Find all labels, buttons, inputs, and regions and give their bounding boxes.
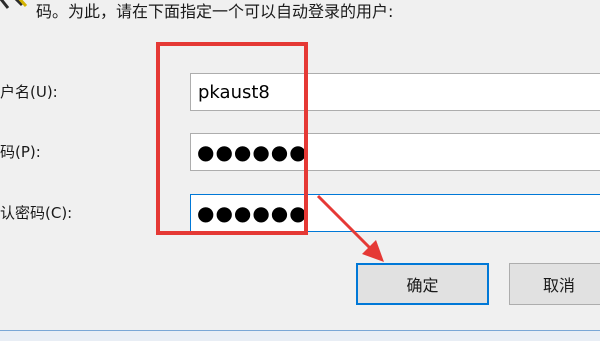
auto-logon-dialog: 码。为此，请在下面指定一个可以自动登录的用户: 户名(U): pkaust8 码… (0, 0, 600, 341)
username-value: pkaust8 (198, 82, 270, 103)
dialog-bottom-edge (0, 330, 600, 341)
confirm-password-field[interactable]: ●●●●●● (190, 194, 600, 232)
instruction-text: 码。为此，请在下面指定一个可以自动登录的用户: (36, 2, 394, 21)
password-value: ●●●●●● (197, 140, 308, 164)
username-field[interactable]: pkaust8 (190, 73, 600, 111)
cancel-button[interactable]: 取消 (509, 263, 600, 305)
ok-button[interactable]: 确定 (356, 263, 489, 305)
key-icon (0, 0, 28, 9)
username-label: 户名(U): (0, 83, 58, 101)
arrow-head (362, 240, 384, 262)
confirm-password-value: ●●●●●● (197, 201, 308, 225)
password-label: 码(P): (0, 143, 41, 161)
confirm-password-label: 认密码(C): (0, 204, 73, 222)
password-field[interactable]: ●●●●●● (190, 133, 600, 171)
